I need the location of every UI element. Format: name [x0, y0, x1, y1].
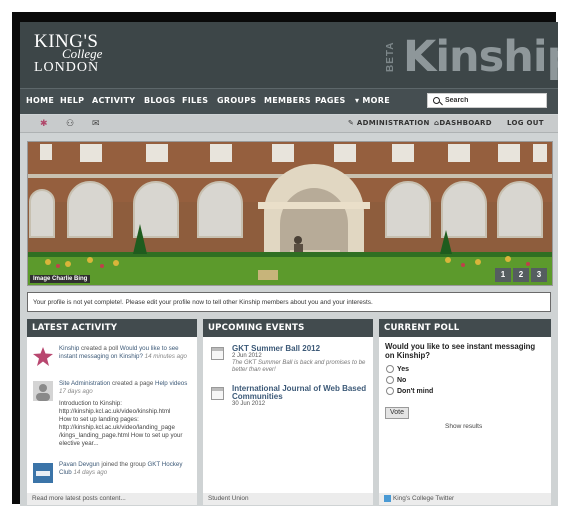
star-icon[interactable]: ✱	[40, 118, 48, 129]
nav-home[interactable]: HOME	[26, 96, 54, 105]
vote-button[interactable]: Vote	[385, 407, 409, 419]
excerpt-line[interactable]: /kings_landing_page.html How to set up y…	[59, 432, 193, 440]
user-toolbar: ✱ ⚇ ✉ ✎ ADMINISTRATION ⌂DASHBOARD LOG OU…	[20, 115, 558, 133]
poll-question: Would you like to see instant messaging …	[385, 342, 536, 360]
poll-option-label: Yes	[397, 365, 410, 373]
activity-time: 14 minutes ago	[144, 353, 187, 360]
show-results-link[interactable]: Show results	[445, 423, 482, 430]
activity-item: Kinship created a poll Would you like to…	[59, 345, 193, 361]
excerpt-line: Introduction to Kinship:	[59, 400, 122, 407]
radio-button[interactable]	[386, 376, 394, 384]
excerpt-line[interactable]: http://kinship.kcl.ac.uk/video/landing_p…	[59, 424, 193, 432]
upcoming-events-panel: UPCOMING EVENTS GKT Summer Ball 2012 2 J…	[203, 319, 373, 505]
event-date: 2 Jun 2012	[232, 353, 262, 359]
logo-line-3: LONDON	[34, 60, 100, 75]
activity-time: 17 days ago	[59, 388, 93, 395]
current-poll-title: CURRENT POLL	[379, 319, 551, 337]
poll-option-no[interactable]: No	[386, 376, 406, 384]
nav-activity[interactable]: ACTIVITY	[92, 96, 135, 105]
activity-action: created a poll	[81, 345, 119, 352]
activity-time: 14 days ago	[73, 469, 108, 476]
upcoming-events-title: UPCOMING EVENTS	[203, 319, 373, 337]
administration-link[interactable]: ✎ ADMINISTRATION	[348, 119, 430, 127]
activity-actor[interactable]: Site Administration	[59, 380, 110, 387]
calendar-icon	[211, 387, 224, 400]
slide-button-2[interactable]: 2	[513, 268, 529, 282]
main-nav: HOME HELP ACTIVITY BLOGS FILES GROUPS ME…	[20, 88, 558, 114]
dashboard-label: DASHBOARD	[439, 119, 492, 127]
logout-link[interactable]: LOG OUT	[507, 119, 544, 127]
excerpt-line[interactable]: http://kinship.kcl.ac.uk/video/kinship.h…	[59, 408, 193, 416]
activity-action: created a page	[111, 380, 154, 387]
banner-slideshow: Image Charlie Bing 1 2 3	[27, 141, 553, 286]
banner-image	[28, 142, 552, 285]
poll-option-label: Don't mind	[397, 387, 434, 395]
radio-button[interactable]	[386, 387, 394, 395]
activity-footer-link[interactable]: Read more latest posts content...	[27, 493, 197, 505]
latest-activity-title: LATEST ACTIVITY	[27, 319, 197, 337]
event-date: 30 Jun 2012	[232, 401, 266, 407]
avatar	[33, 381, 53, 401]
event-description: The GKT Summer Ball is back and promises…	[232, 360, 366, 373]
site-header: KING'S College LONDON BETA Kinship	[20, 22, 558, 88]
activity-actor[interactable]: Pavan Devgun	[59, 461, 100, 468]
poll-option-label: No	[397, 376, 407, 384]
kinship-star-avatar	[33, 347, 53, 366]
twitter-label: King's College Twitter	[393, 495, 455, 503]
kinship-wordmark: Kinship	[403, 32, 558, 82]
nav-groups[interactable]: GROUPS	[217, 96, 256, 105]
activity-item: Pavan Devgun joined the group GKT Hockey…	[59, 461, 193, 477]
kings-college-logo[interactable]: KING'S College LONDON	[34, 32, 102, 75]
poll-option-dont-mind[interactable]: Don't mind	[386, 387, 433, 395]
nav-help[interactable]: HELP	[60, 96, 84, 105]
activity-actor[interactable]: Kinship	[59, 345, 79, 352]
slide-button-1[interactable]: 1	[495, 268, 511, 282]
administration-label: ADMINISTRATION	[356, 119, 430, 127]
wrench-icon: ✎	[348, 119, 355, 127]
twitter-footer-link[interactable]: King's College Twitter	[379, 493, 551, 505]
search-box[interactable]	[427, 93, 547, 108]
latest-activity-panel: LATEST ACTIVITY Kinship created a poll W…	[27, 319, 197, 505]
activity-action: joined the group	[101, 461, 146, 468]
profile-incomplete-notice: Your profile is not yet complete!. Pleas…	[27, 292, 551, 312]
search-icon	[433, 97, 440, 104]
dashboard-link[interactable]: ⌂DASHBOARD	[434, 119, 492, 127]
activity-excerpt: Introduction to Kinship: http://kinship.…	[59, 400, 193, 448]
activity-object[interactable]: Help videos	[155, 380, 187, 387]
event-title[interactable]: GKT Summer Ball 2012	[232, 345, 368, 353]
slide-button-3[interactable]: 3	[531, 268, 547, 282]
events-footer-link[interactable]: Student Union	[203, 493, 373, 505]
nav-files[interactable]: FILES	[182, 96, 208, 105]
radio-button[interactable]	[386, 365, 394, 373]
mail-icon[interactable]: ✉	[92, 118, 100, 129]
nav-more[interactable]: ▾ MORE	[355, 96, 390, 105]
activity-item: Site Administration created a page Help …	[59, 380, 193, 396]
banner-caption: Image Charlie Bing	[30, 275, 91, 283]
friends-icon[interactable]: ⚇	[66, 118, 74, 129]
group-avatar	[33, 463, 53, 483]
person-icon	[36, 384, 50, 401]
event-title[interactable]: International Journal of Web Based Commu…	[232, 385, 368, 401]
poll-option-yes[interactable]: Yes	[386, 365, 409, 373]
search-input[interactable]	[445, 95, 543, 106]
current-poll-panel: CURRENT POLL Would you like to see insta…	[379, 319, 551, 505]
hockey-icon	[36, 471, 50, 476]
nav-pages[interactable]: PAGES	[315, 96, 346, 105]
beta-label: BETA	[385, 41, 396, 72]
excerpt-line: How to set up landing pages:	[59, 416, 139, 423]
logo-line-2: College	[62, 46, 103, 61]
calendar-icon	[211, 347, 224, 360]
twitter-icon	[384, 495, 391, 502]
page: KING'S College LONDON BETA Kinship HOME …	[20, 22, 558, 506]
nav-members[interactable]: MEMBERS	[264, 96, 311, 105]
excerpt-line: elective year...	[59, 440, 99, 447]
event-item: International Journal of Web Based Commu…	[232, 385, 368, 408]
nav-blogs[interactable]: BLOGS	[144, 96, 176, 105]
event-item: GKT Summer Ball 2012 2 Jun 2012 The GKT …	[232, 345, 368, 374]
